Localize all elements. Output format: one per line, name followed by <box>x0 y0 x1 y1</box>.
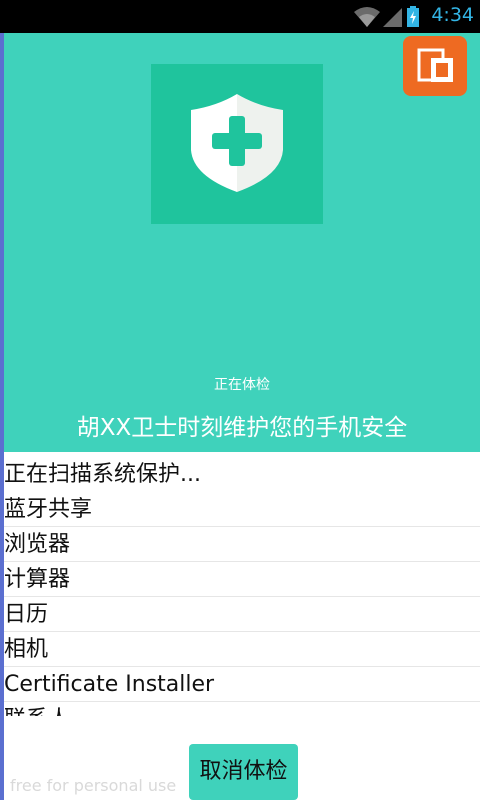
list-item[interactable]: 相机 <box>4 632 480 667</box>
shield-plus-icon <box>151 64 323 224</box>
signal-icon <box>383 8 402 27</box>
scanning-label: 正在体检 <box>214 377 270 393</box>
scan-status: 正在扫描系统保护... <box>4 462 201 487</box>
wifi-icon <box>354 7 380 27</box>
list-item[interactable]: 蓝牙共享 <box>4 492 480 527</box>
list-item[interactable]: 联系人 <box>4 702 480 716</box>
status-bar: 4:34 <box>0 0 480 33</box>
list-item[interactable]: 日历 <box>4 597 480 632</box>
status-time: 4:34 <box>431 4 474 26</box>
slogan: 胡XX卫士时刻维护您的手机安全 <box>76 415 408 441</box>
watermark: free for personal use <box>10 776 177 795</box>
copy-icon <box>417 48 453 82</box>
list-item[interactable]: 浏览器 <box>4 527 480 562</box>
cancel-scan-button[interactable]: 取消体检 <box>189 744 298 800</box>
list-item[interactable]: 计算器 <box>4 562 480 597</box>
corner-action-button[interactable] <box>403 36 467 96</box>
scan-list[interactable]: 蓝牙共享 浏览器 计算器 日历 相机 Certificate Installer… <box>4 492 480 716</box>
hero-panel: 正在体检 胡XX卫士时刻维护您的手机安全 <box>4 33 480 452</box>
battery-icon <box>407 6 419 27</box>
list-item[interactable]: Certificate Installer <box>4 667 480 702</box>
